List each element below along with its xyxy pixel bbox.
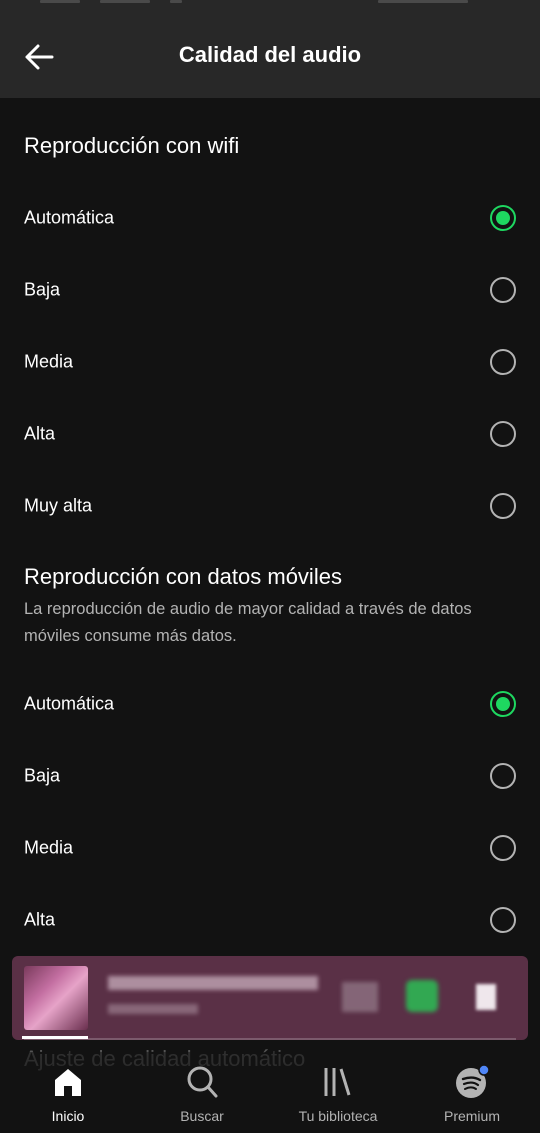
option-label: Alta	[24, 909, 56, 930]
radio-unselected[interactable]	[490, 277, 516, 303]
spotify-logo-icon	[456, 1064, 490, 1098]
bottom-nav: Inicio Buscar Tu biblioteca Premium	[0, 1052, 540, 1133]
radio-selected[interactable]	[490, 691, 516, 717]
playback-progress	[24, 1038, 516, 1040]
nav-home[interactable]: Inicio	[8, 1052, 128, 1133]
wifi-option-baja[interactable]: Baja	[0, 254, 540, 326]
option-label: Muy alta	[24, 495, 93, 516]
radio-unselected[interactable]	[490, 835, 516, 861]
wifi-option-automatica[interactable]: Automática	[0, 182, 540, 254]
nav-label: Premium	[443, 1108, 500, 1124]
play-pause-icon[interactable]	[476, 984, 496, 1010]
page-title: Calidad del audio	[178, 42, 362, 67]
mobile-option-baja[interactable]: Baja	[0, 740, 540, 812]
option-label: Baja	[24, 765, 61, 786]
library-icon	[324, 1068, 351, 1096]
mini-player[interactable]	[12, 956, 528, 1040]
radio-selected[interactable]	[490, 205, 516, 231]
radio-unselected[interactable]	[490, 349, 516, 375]
mobile-section-title: Reproducción con datos móviles	[24, 564, 342, 589]
progress-indicator	[22, 1036, 88, 1039]
top-bar: Calidad del audio	[0, 14, 540, 98]
option-label: Baja	[24, 279, 61, 300]
like-icon[interactable]	[406, 980, 438, 1012]
track-title-redacted	[108, 976, 318, 990]
artist-name-redacted	[108, 1004, 198, 1014]
radio-unselected[interactable]	[490, 421, 516, 447]
option-label: Automática	[24, 207, 115, 228]
nav-library[interactable]: Tu biblioteca	[278, 1052, 398, 1133]
nav-label: Tu biblioteca	[298, 1108, 378, 1124]
search-icon	[187, 1066, 218, 1098]
mobile-option-alta[interactable]: Alta	[0, 884, 540, 956]
option-label: Alta	[24, 423, 56, 444]
mobile-option-automatica[interactable]: Automática	[0, 668, 540, 740]
connect-device-icon[interactable]	[342, 982, 378, 1012]
wifi-option-alta[interactable]: Alta	[0, 398, 540, 470]
wifi-option-muy-alta[interactable]: Muy alta	[0, 470, 540, 542]
mobile-option-media[interactable]: Media	[0, 812, 540, 884]
radio-unselected[interactable]	[490, 763, 516, 789]
nav-label: Buscar	[180, 1108, 224, 1124]
wifi-section-title: Reproducción con wifi	[24, 133, 240, 158]
home-icon	[55, 1069, 81, 1096]
wifi-option-media[interactable]: Media	[0, 326, 540, 398]
nav-search[interactable]: Buscar	[142, 1052, 262, 1133]
radio-unselected[interactable]	[490, 907, 516, 933]
option-label: Media	[24, 351, 74, 372]
option-label: Media	[24, 837, 74, 858]
status-bar	[0, 0, 540, 14]
album-cover	[24, 966, 88, 1030]
nav-label: Inicio	[51, 1108, 85, 1124]
mobile-section-description: La reproducción de audio de mayor calida…	[24, 600, 472, 645]
option-label: Automática	[24, 693, 115, 714]
nav-premium[interactable]: Premium	[412, 1052, 532, 1133]
radio-unselected[interactable]	[490, 493, 516, 519]
